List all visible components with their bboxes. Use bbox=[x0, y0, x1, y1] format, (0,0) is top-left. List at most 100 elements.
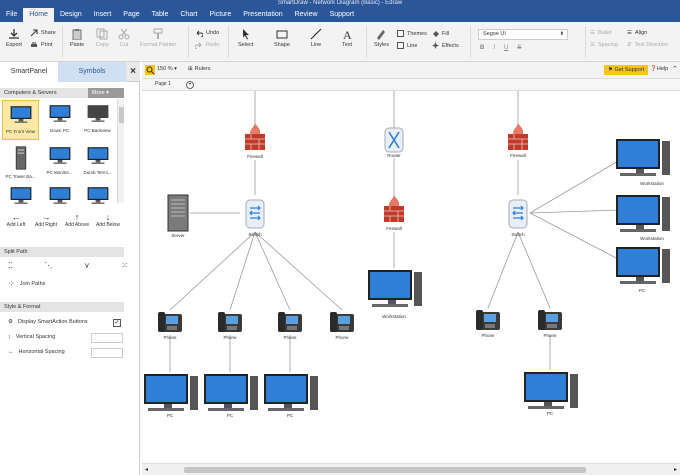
phone-icon[interactable] bbox=[538, 310, 562, 330]
phone-icon[interactable] bbox=[218, 312, 242, 332]
add-right-button[interactable]: → Add Right bbox=[30, 212, 62, 228]
connector-line[interactable] bbox=[529, 212, 621, 261]
symbol-tile[interactable]: Dumb Termi... bbox=[79, 142, 116, 182]
themes-button[interactable]: Themes bbox=[397, 30, 427, 37]
add-left-button[interactable]: ← Add Left bbox=[0, 212, 32, 228]
tab-smartpanel[interactable]: SmartPanel bbox=[0, 62, 58, 82]
symbol-tile[interactable] bbox=[2, 182, 39, 206]
workstation-icon[interactable] bbox=[368, 270, 422, 307]
section-style-format[interactable]: Style & Format bbox=[0, 302, 124, 312]
menu-home[interactable]: Home bbox=[23, 8, 54, 22]
menu-table[interactable]: Table bbox=[146, 8, 175, 22]
connector-line[interactable] bbox=[529, 159, 621, 214]
tab-symbols[interactable]: Symbols bbox=[58, 62, 126, 82]
symbol-tile[interactable] bbox=[41, 182, 78, 206]
share-button[interactable]: Share bbox=[30, 29, 56, 37]
scrollbar-thumb[interactable] bbox=[184, 467, 586, 473]
menu-review[interactable]: Review bbox=[289, 8, 324, 22]
pc-icon[interactable] bbox=[144, 374, 198, 411]
menu-chart[interactable]: Chart bbox=[174, 8, 203, 22]
connector-line[interactable] bbox=[254, 231, 343, 311]
menu-picture[interactable]: Picture bbox=[204, 8, 238, 22]
phone-icon[interactable] bbox=[158, 312, 182, 332]
menu-support[interactable]: Support bbox=[324, 8, 361, 22]
split-tree-icon[interactable]: ⋎ bbox=[84, 261, 90, 270]
zoom-icon[interactable] bbox=[145, 65, 155, 75]
undo-button[interactable]: Undo bbox=[195, 29, 219, 37]
add-page-button[interactable]: • bbox=[186, 81, 194, 89]
workstation-icon[interactable] bbox=[616, 247, 670, 284]
horizontal-spacing-input[interactable] bbox=[91, 348, 123, 358]
workstation-icon[interactable] bbox=[616, 195, 670, 232]
copy-button[interactable]: Copy bbox=[96, 28, 109, 48]
pc-icon[interactable] bbox=[264, 374, 318, 411]
symbol-tile[interactable]: Down PC bbox=[41, 100, 78, 140]
effects-button[interactable]: Effects bbox=[432, 42, 459, 49]
text-button[interactable]: A Text bbox=[341, 28, 353, 48]
menu-page[interactable]: Page bbox=[117, 8, 145, 22]
network-diagram[interactable] bbox=[142, 91, 680, 463]
switch-icon[interactable] bbox=[245, 199, 265, 229]
phone-icon[interactable] bbox=[330, 312, 354, 332]
styles-button[interactable]: Styles bbox=[374, 28, 389, 48]
redo-button[interactable]: Redo bbox=[195, 41, 219, 49]
italic-button[interactable]: I bbox=[493, 45, 495, 51]
connector-line[interactable] bbox=[517, 231, 551, 309]
add-above-button[interactable]: ↑ Add Above bbox=[61, 212, 93, 228]
print-button[interactable]: Print bbox=[30, 41, 52, 49]
page-tab-1[interactable]: Page 1 bbox=[155, 81, 171, 87]
symbols-scrollbar[interactable] bbox=[117, 99, 124, 203]
format-painter-button[interactable]: Format Painter bbox=[140, 28, 176, 48]
zoom-select[interactable]: 150 % ▾ bbox=[157, 66, 177, 72]
section-split-path[interactable]: Split Path bbox=[0, 247, 124, 257]
shape-button[interactable]: Shape bbox=[274, 28, 290, 48]
export-button[interactable]: Export bbox=[6, 28, 22, 48]
join-paths-button[interactable]: ⁘ Join Paths bbox=[8, 279, 45, 288]
more-button[interactable]: More ▾ bbox=[88, 88, 124, 98]
display-smartaction-checkbox[interactable]: ✓ bbox=[113, 319, 121, 327]
font-name-field[interactable]: Segoe UI ⬍ bbox=[478, 29, 568, 40]
line-button[interactable]: Line bbox=[310, 28, 322, 48]
split-horizontal-icon[interactable]: ⁚⁚ bbox=[8, 261, 13, 270]
close-panel-button[interactable]: × bbox=[126, 62, 140, 82]
menu-presentation[interactable]: Presentation bbox=[237, 8, 288, 22]
firewall-icon[interactable] bbox=[508, 123, 528, 150]
expand-icon[interactable]: ⌃ bbox=[672, 65, 678, 73]
workstation-icon[interactable] bbox=[616, 139, 670, 176]
server-icon[interactable] bbox=[167, 194, 189, 232]
strikethrough-button[interactable]: S bbox=[517, 45, 521, 51]
menu-file[interactable]: File bbox=[0, 8, 23, 22]
menu-design[interactable]: Design bbox=[54, 8, 88, 22]
pc-icon[interactable] bbox=[204, 374, 258, 411]
paste-button[interactable]: Paste bbox=[70, 28, 84, 48]
firewall-icon[interactable] bbox=[384, 195, 404, 222]
symbol-tile[interactable]: PC Monitor... bbox=[41, 142, 78, 182]
select-button[interactable]: Select bbox=[238, 28, 253, 48]
symbol-tile[interactable] bbox=[79, 182, 116, 206]
phone-icon[interactable] bbox=[476, 310, 500, 330]
switch-icon[interactable] bbox=[508, 199, 528, 229]
symbol-tile[interactable]: PC Tower Ba... bbox=[2, 142, 39, 182]
connector-line[interactable] bbox=[254, 231, 291, 311]
get-support-button[interactable]: ⚑ Get Support bbox=[604, 65, 649, 75]
align-button[interactable]: ☰ Align bbox=[627, 30, 647, 36]
router-icon[interactable] bbox=[384, 127, 404, 153]
diagram-canvas[interactable]: Firewall Firewall Firewall Router Switch Swit… bbox=[142, 91, 680, 463]
text-direction-button[interactable]: ⇵ Text Direction bbox=[627, 42, 668, 48]
split-spread-icon[interactable]: ⁙ bbox=[121, 261, 128, 270]
cut-button[interactable]: Cut bbox=[118, 28, 130, 48]
fill-button[interactable]: Fill bbox=[432, 30, 449, 37]
bold-button[interactable]: B bbox=[480, 45, 484, 51]
split-branch-icon[interactable]: ⋱ bbox=[45, 261, 53, 270]
phone-icon[interactable] bbox=[278, 312, 302, 332]
connector-line[interactable] bbox=[529, 209, 621, 214]
symbol-tile[interactable]: PC Front View bbox=[2, 100, 39, 140]
underline-button[interactable]: U bbox=[504, 45, 508, 51]
add-below-button[interactable]: ↓ Add Below bbox=[92, 212, 124, 228]
line-style-button[interactable]: Line bbox=[397, 42, 417, 49]
firewall-icon[interactable] bbox=[245, 123, 265, 150]
symbol-tile[interactable]: PC Backview bbox=[79, 100, 116, 140]
horizontal-scrollbar[interactable]: ◂ ▸ bbox=[142, 463, 680, 475]
help-button[interactable]: ❓Help bbox=[650, 66, 668, 72]
vertical-spacing-input[interactable] bbox=[91, 333, 123, 343]
